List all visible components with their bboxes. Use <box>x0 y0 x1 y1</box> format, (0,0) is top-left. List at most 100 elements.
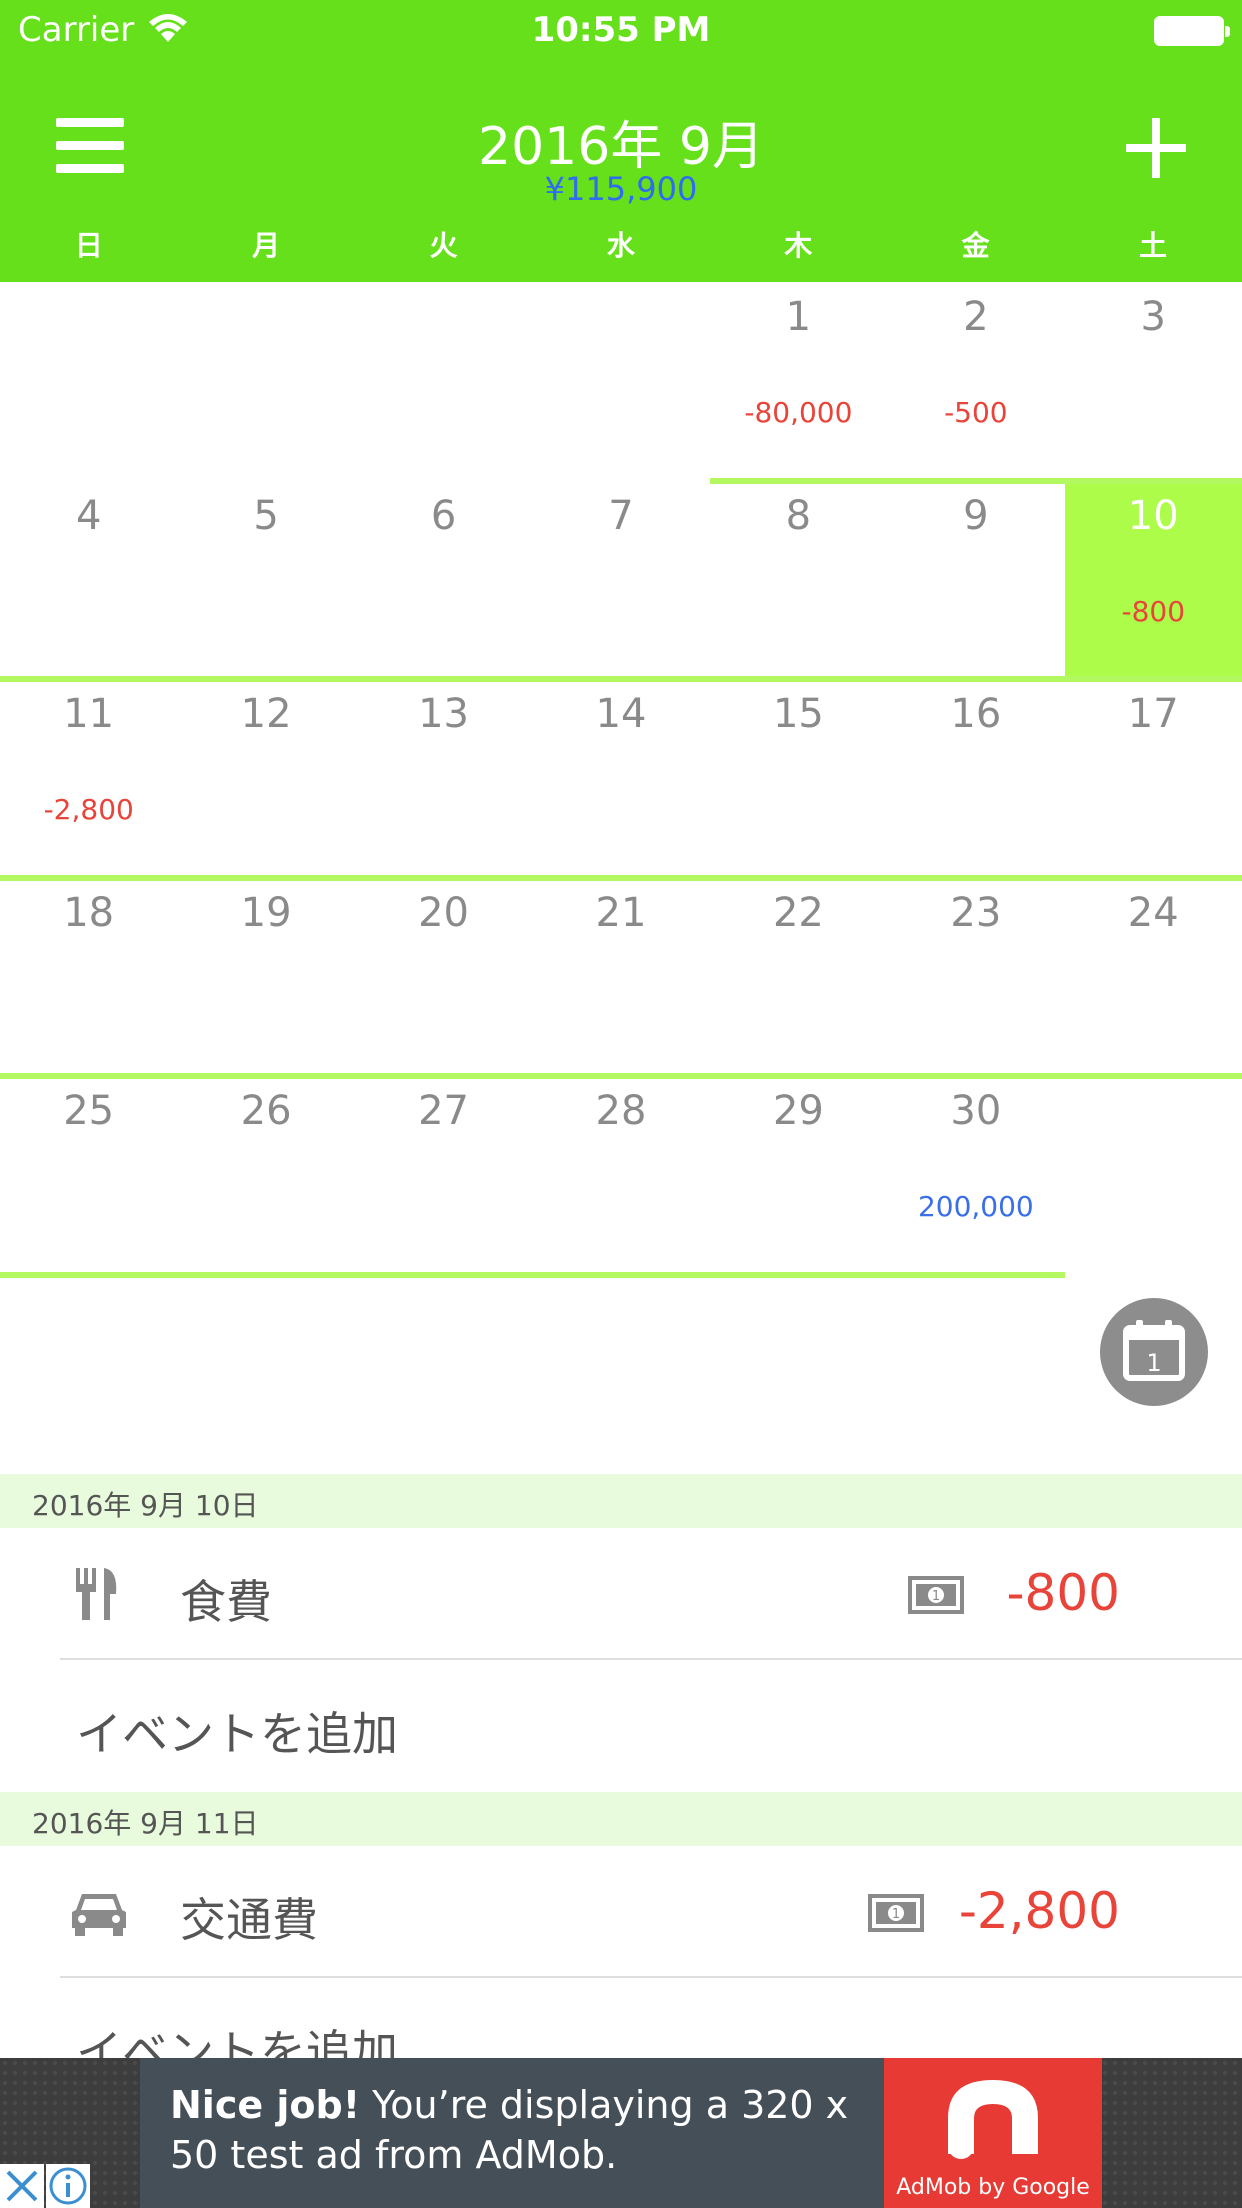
day-cell[interactable]: 5 <box>177 481 354 679</box>
day-number: 13 <box>418 691 469 737</box>
day-cell[interactable]: 2 -500 <box>887 282 1064 480</box>
week-separator <box>0 874 1242 881</box>
weekday-mon: 月 <box>252 229 281 262</box>
day-number: 12 <box>240 691 292 737</box>
svg-text:1: 1 <box>892 1907 900 1922</box>
day-number: 6 <box>430 492 457 539</box>
month-total: ¥115,900 <box>544 170 698 208</box>
day-cell[interactable]: 1 -80,000 <box>710 282 887 480</box>
day-number: 21 <box>595 889 647 936</box>
day-amount: 200,000 <box>917 1190 1034 1223</box>
weekday-thu: 木 <box>784 229 813 262</box>
ad-banner[interactable]: Nice job! You’re displaying a 320 x 50 t… <box>140 2058 1102 2208</box>
day-cell[interactable]: 9 <box>887 481 1064 679</box>
day-cell[interactable]: 25 <box>0 1076 177 1274</box>
day-cell[interactable]: 4 <box>0 481 177 679</box>
day-number: 24 <box>1127 889 1179 936</box>
event-category: 交通費 <box>180 1893 318 1947</box>
week-separator <box>709 477 1242 484</box>
day-number: 2 <box>963 294 989 340</box>
day-cell[interactable]: 21 <box>532 878 709 1076</box>
fork-knife-icon <box>76 1568 117 1620</box>
day-number: 8 <box>785 492 812 539</box>
day-cell[interactable]: 16 <box>887 679 1064 877</box>
divider <box>60 1976 1242 1978</box>
add-button[interactable] <box>1126 118 1186 178</box>
day-cell[interactable]: 11 -2,800 <box>0 679 177 877</box>
ad-brand: AdMob by Google <box>896 2175 1090 2200</box>
day-number: 22 <box>772 889 824 936</box>
battery-icon <box>1154 16 1230 46</box>
day-amount: -800 <box>1121 594 1186 628</box>
day-number: 30 <box>950 1088 1002 1134</box>
cash-icon: 1 <box>868 1894 924 1932</box>
ad-info-icon[interactable] <box>46 2164 90 2208</box>
add-event-button[interactable]: イベントを追加 <box>76 1698 398 1764</box>
day-cell[interactable]: 13 <box>355 679 532 877</box>
weekday-row: 日 月 火 水 木 金 土 <box>0 224 1242 270</box>
day-number: 14 <box>595 691 647 737</box>
day-number: 28 <box>595 1088 647 1134</box>
svg-text:1: 1 <box>1146 1349 1161 1377</box>
day-amount: -500 <box>944 396 1008 429</box>
day-cell[interactable]: 19 <box>177 878 354 1076</box>
day-cell[interactable]: 30 200,000 <box>887 1076 1064 1274</box>
day-cell[interactable]: 17 <box>1065 679 1242 877</box>
day-number: 20 <box>418 889 469 936</box>
day-number: 10 <box>1127 492 1179 539</box>
day-cell[interactable]: 27 <box>355 1076 532 1274</box>
ad-text: Nice job! You’re displaying a 320 x 50 t… <box>170 2080 890 2180</box>
section-date: 2016年 9月 11日 <box>32 1807 259 1840</box>
status-bar: Carrier 10:55 PM <box>0 0 1242 60</box>
day-cell[interactable]: 10 -800 <box>1064 480 1242 679</box>
day-number: 16 <box>950 691 1002 737</box>
day-number: 5 <box>253 492 279 539</box>
month-title[interactable]: 2016年 9月 <box>0 104 1242 179</box>
event-row[interactable]: 食費 1 -800 <box>0 1528 1242 1658</box>
day-number: 9 <box>963 492 989 539</box>
day-cell[interactable]: 28 <box>532 1076 709 1274</box>
week-separator <box>0 676 1242 682</box>
day-cell[interactable]: 3 <box>1065 282 1242 480</box>
day-cell[interactable]: 12 <box>177 679 354 877</box>
weekday-tue: 火 <box>429 229 458 262</box>
day-number: 1 <box>785 294 812 340</box>
admob-logo: AdMob by Google <box>884 2058 1102 2208</box>
day-cell[interactable]: 20 <box>355 878 532 1076</box>
day-number: 18 <box>63 889 115 936</box>
day-cell[interactable]: 26 <box>177 1076 354 1274</box>
divider <box>60 1658 1242 1660</box>
day-cell[interactable]: 23 <box>887 878 1064 1076</box>
cash-icon: 1 <box>908 1576 964 1614</box>
day-cell[interactable]: 6 <box>355 481 532 679</box>
today-button[interactable]: 1 <box>1100 1298 1208 1406</box>
week-separator <box>0 1271 1065 1278</box>
calendar-icon: 1 <box>1123 1320 1185 1381</box>
section-date: 2016年 9月 10日 <box>32 1489 259 1522</box>
day-number: 29 <box>772 1088 824 1134</box>
section-header: 2016年 9月 10日 <box>0 1474 1242 1528</box>
ad-close-icon[interactable] <box>0 2164 44 2208</box>
day-cell[interactable]: 24 <box>1065 878 1242 1076</box>
day-amount: -80,000 <box>744 396 853 429</box>
day-number: 19 <box>240 889 292 936</box>
day-cell[interactable]: 15 <box>710 679 887 877</box>
day-cell[interactable]: 14 <box>532 679 709 877</box>
day-number: 26 <box>240 1088 292 1134</box>
day-number: 25 <box>63 1088 115 1134</box>
day-number: 3 <box>1140 294 1166 340</box>
svg-text:1: 1 <box>932 1589 940 1604</box>
day-cell[interactable]: 8 <box>710 481 887 679</box>
day-number: 15 <box>772 691 824 737</box>
day-cell[interactable]: 7 <box>532 481 709 679</box>
day-cell[interactable]: 29 <box>710 1076 887 1274</box>
car-icon <box>72 1894 126 1936</box>
day-cell[interactable]: 18 <box>0 878 177 1076</box>
event-amount: -2,800 <box>958 1882 1120 1940</box>
weekday-sat: 土 <box>1139 229 1168 262</box>
event-row[interactable]: 交通費 1 -2,800 <box>0 1846 1242 1976</box>
day-number: 27 <box>418 1088 469 1134</box>
day-cell[interactable]: 22 <box>710 878 887 1076</box>
calendar-header: Carrier 10:55 PM 2016年 9月 ¥115,900 日 月 火… <box>0 0 1242 282</box>
day-number: 11 <box>63 691 115 737</box>
